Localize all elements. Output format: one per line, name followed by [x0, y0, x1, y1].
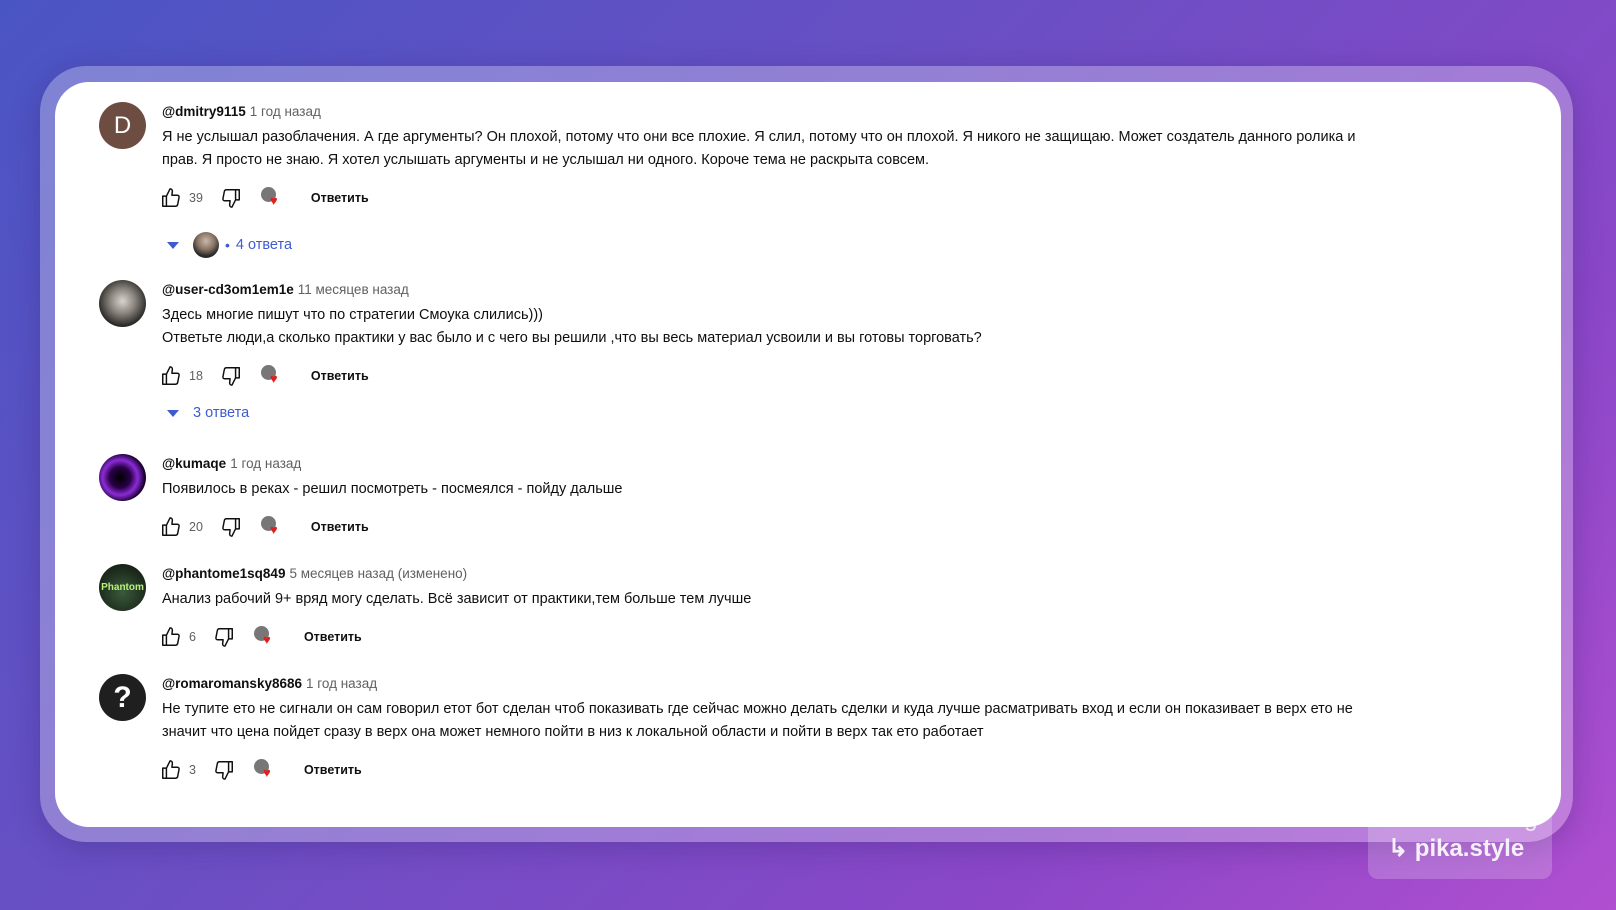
separator-dot: • — [225, 237, 230, 253]
comment-text-line: Появилось в реках - решил посмотреть - п… — [162, 481, 623, 497]
chevron-down-icon — [167, 241, 179, 249]
comment-time[interactable]: 1 год назад — [230, 456, 301, 471]
watermark-line1: Created using — [1388, 805, 1538, 832]
comment-text-line: прав. Я просто не знаю. Я хотел услышать… — [162, 152, 930, 168]
comment-author[interactable]: @romaromansky8686 — [162, 676, 302, 691]
comment-text-line: Я не услышал разоблачения. А где аргумен… — [162, 129, 1356, 145]
dislike-icon[interactable] — [212, 625, 236, 649]
watermark: Created using ↳ pika.style — [1368, 797, 1552, 879]
comment-text-line: Не тупите ето не сигнали он сам говорил … — [162, 701, 1353, 717]
replies-toggle[interactable]: • 4 ответа — [167, 230, 292, 260]
dislike-icon[interactable] — [219, 186, 243, 210]
comment-time[interactable]: 1 год назад — [306, 676, 377, 691]
like-count: 3 — [189, 763, 196, 777]
like-count: 20 — [189, 520, 203, 534]
avatar[interactable] — [99, 454, 146, 501]
like-count: 39 — [189, 191, 203, 205]
comment-text: Не тупите ето не сигнали он сам говорил … — [162, 698, 1531, 744]
comment-time[interactable]: 5 месяцев назад (изменено) — [289, 566, 467, 581]
like-icon[interactable] — [159, 625, 183, 649]
comment-time[interactable]: 1 год назад — [250, 104, 321, 119]
comment-text-line: Ответьте люди,а сколько практики у вас б… — [162, 330, 982, 346]
comment-text: Я не услышал разоблачения. А где аргумен… — [162, 126, 1531, 172]
like-icon[interactable] — [159, 364, 183, 388]
reply-button[interactable]: Ответить — [311, 369, 369, 383]
dislike-icon[interactable] — [219, 364, 243, 388]
like-icon[interactable] — [159, 758, 183, 782]
reply-button[interactable]: Ответить — [311, 520, 369, 534]
comment-author[interactable]: @phantome1sq849 — [162, 566, 285, 581]
comment-actions: 20 ♥ Ответить — [159, 513, 369, 541]
creator-heart-icon: ♥ — [260, 365, 283, 387]
comment-text-line: значит что цена пойдет сразу в верх она … — [162, 724, 984, 740]
comment-actions: 18 ♥ Ответить — [159, 362, 369, 390]
comment-text-line: Здесь многие пишут что по стратегии Смоу… — [162, 307, 543, 323]
comment-actions: 39 ♥ Ответить — [159, 184, 369, 212]
replies-count: 4 ответа — [235, 237, 293, 253]
comment-text: Здесь многие пишут что по стратегии Смоу… — [162, 304, 1531, 350]
comment-author[interactable]: @dmitry9115 — [162, 104, 246, 119]
dislike-icon[interactable] — [219, 515, 243, 539]
like-icon[interactable] — [159, 186, 183, 210]
creator-heart-icon: ♥ — [253, 759, 276, 781]
like-count: 6 — [189, 630, 196, 644]
reply-button[interactable]: Ответить — [304, 763, 362, 777]
chevron-down-icon — [167, 409, 179, 417]
reply-button[interactable]: Ответить — [311, 191, 369, 205]
replies-count: 3 ответа — [193, 405, 250, 421]
creator-heart-icon: ♥ — [260, 516, 283, 538]
avatar[interactable]: ? — [99, 674, 146, 721]
dislike-icon[interactable] — [212, 758, 236, 782]
comment-text-line: Анализ рабочий 9+ вряд могу сделать. Всё… — [162, 591, 752, 607]
avatar[interactable]: D — [99, 102, 146, 149]
comment-text: Анализ рабочий 9+ вряд могу сделать. Всё… — [162, 588, 1531, 611]
reply-button[interactable]: Ответить — [304, 630, 362, 644]
comments-panel: D @dmitry9115 1 год назад Я не услышал ра… — [55, 82, 1561, 827]
comment-actions: 3 ♥ Ответить — [159, 756, 362, 784]
comment-text: Появилось в реках - решил посмотреть - п… — [162, 478, 1531, 501]
comment-author[interactable]: @kumaqe — [162, 456, 226, 471]
creator-heart-icon: ♥ — [253, 626, 276, 648]
comment-author[interactable]: @user-cd3om1em1e — [162, 282, 294, 297]
avatar[interactable]: Phantom — [99, 564, 146, 611]
like-icon[interactable] — [159, 515, 183, 539]
replies-toggle[interactable]: 3 ответа — [167, 398, 249, 428]
reply-avatar — [193, 232, 219, 258]
comment-actions: 6 ♥ Ответить — [159, 623, 362, 651]
like-count: 18 — [189, 369, 203, 383]
creator-heart-icon: ♥ — [260, 187, 283, 209]
avatar[interactable] — [99, 280, 146, 327]
watermark-line2: ↳ pika.style — [1388, 835, 1525, 862]
comment-time[interactable]: 11 месяцев назад — [298, 282, 409, 297]
